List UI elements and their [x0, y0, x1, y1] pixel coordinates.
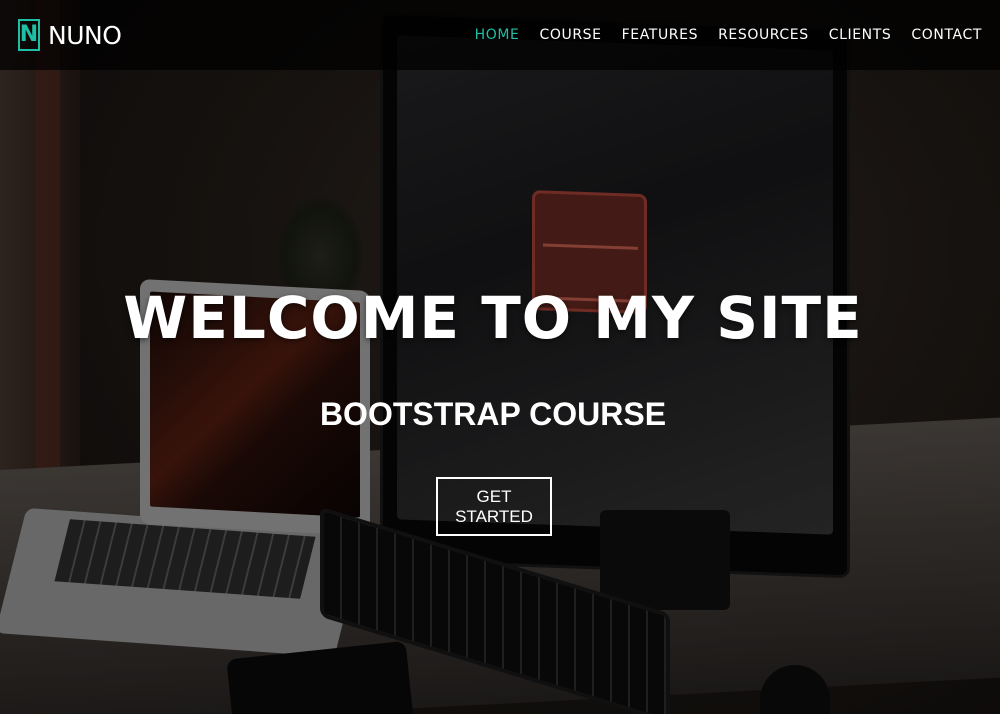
nav-item-contact[interactable]: CONTACT [911, 27, 982, 43]
brand-name: NUNO [48, 20, 122, 50]
nav-item-clients[interactable]: CLIENTS [829, 27, 892, 43]
nav-item-course[interactable]: COURSE [540, 27, 602, 43]
nav-item-home[interactable]: HOME [475, 27, 520, 43]
nav-item-resources[interactable]: RESOURCES [718, 27, 809, 43]
nav-links: HOME COURSE FEATURES RESOURCES CLIENTS C… [475, 27, 982, 43]
hero-background-image [0, 0, 1000, 714]
brand-link[interactable]: N NUNO [18, 19, 122, 51]
hero-title: WELCOME TO MY SITE [123, 284, 863, 352]
dark-overlay [0, 0, 1000, 714]
get-started-button[interactable]: GET STARTED [436, 477, 552, 536]
hero-subtitle: BOOTSTRAP COURSE [319, 396, 667, 432]
top-navbar: N NUNO HOME COURSE FEATURES RESOURCES CL… [0, 0, 1000, 70]
brand-logo-icon: N [18, 19, 40, 51]
nav-item-features[interactable]: FEATURES [622, 27, 698, 43]
